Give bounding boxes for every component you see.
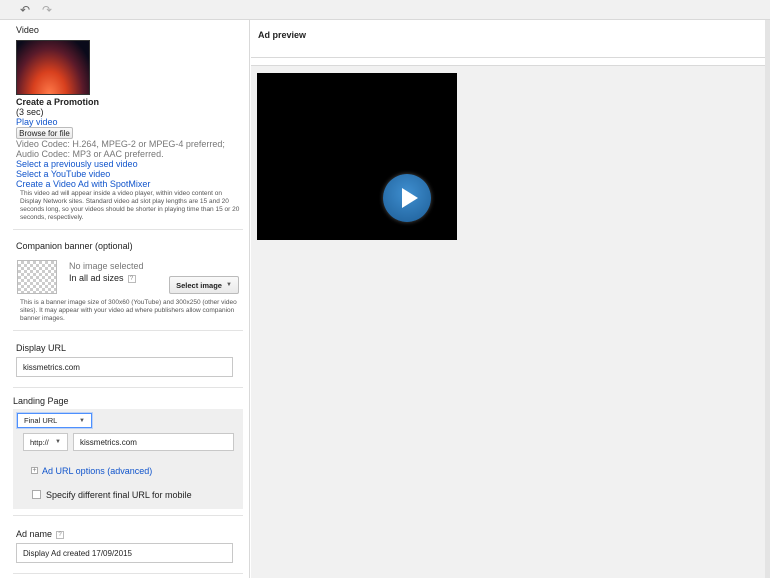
undo-icon[interactable]: ↶ bbox=[20, 2, 30, 18]
protocol-select[interactable]: http:// ▼ bbox=[23, 433, 68, 451]
video-help-text: This video ad will appear inside a video… bbox=[20, 190, 240, 221]
redo-icon[interactable]: ↷ bbox=[42, 2, 52, 18]
final-url-input[interactable]: kissmetrics.com bbox=[73, 433, 234, 451]
ad-preview-panel: Ad preview bbox=[251, 20, 770, 578]
ad-preview-title: Ad preview bbox=[258, 30, 307, 40]
divider bbox=[13, 387, 243, 388]
video-name: Create a Promotion bbox=[16, 97, 100, 107]
expand-plus-icon[interactable]: + bbox=[31, 467, 38, 474]
preview-header: Ad preview bbox=[251, 20, 765, 58]
video-player[interactable] bbox=[257, 73, 457, 240]
chevron-down-icon: ▼ bbox=[55, 439, 61, 445]
url-type-value: Final URL bbox=[24, 416, 58, 425]
landing-page-title: Landing Page bbox=[13, 396, 69, 406]
video-duration: (3 sec) bbox=[16, 107, 44, 117]
banner-help-text: This is a banner image size of 300x60 (Y… bbox=[20, 299, 237, 322]
ad-form-panel: Video Create a Promotion (3 sec) Play vi… bbox=[0, 20, 250, 578]
select-image-button[interactable]: Select image ▼ bbox=[169, 276, 239, 294]
protocol-value: http:// bbox=[30, 437, 49, 447]
ad-sizes-label: In all ad sizes? bbox=[69, 273, 136, 283]
play-button-icon[interactable] bbox=[383, 174, 431, 222]
video-thumbnail[interactable] bbox=[16, 40, 90, 95]
video-section-title: Video bbox=[16, 25, 39, 35]
ad-name-label: Ad name? bbox=[16, 529, 65, 539]
preview-band bbox=[251, 58, 765, 66]
browse-file-button[interactable]: Browse for file bbox=[16, 127, 73, 139]
url-type-select[interactable]: Final URL ▼ bbox=[17, 413, 92, 428]
mobile-url-label: Specify different final URL for mobile bbox=[46, 490, 192, 500]
chevron-down-icon: ▼ bbox=[79, 417, 85, 424]
select-youtube-video-link[interactable]: Select a YouTube video bbox=[16, 169, 110, 179]
spotmixer-link[interactable]: Create a Video Ad with SpotMixer bbox=[16, 179, 150, 189]
companion-banner-title: Companion banner (optional) bbox=[16, 241, 133, 251]
ad-name-input[interactable]: Display Ad created 17/09/2015 bbox=[16, 543, 233, 563]
landing-page-panel: Final URL ▼ http:// ▼ kissmetrics.com + … bbox=[13, 409, 243, 509]
help-icon[interactable]: ? bbox=[56, 530, 65, 539]
ad-name-title: Ad name bbox=[16, 529, 53, 539]
display-url-input[interactable]: kissmetrics.com bbox=[16, 357, 233, 377]
divider bbox=[13, 515, 243, 516]
display-url-title: Display URL bbox=[16, 343, 67, 353]
scrollbar[interactable] bbox=[765, 20, 770, 578]
banner-placeholder-image bbox=[17, 260, 57, 294]
no-image-text: No image selected bbox=[69, 261, 144, 271]
divider bbox=[13, 573, 243, 574]
select-previous-video-link[interactable]: Select a previously used video bbox=[16, 159, 138, 169]
play-video-link[interactable]: Play video bbox=[16, 117, 58, 127]
chevron-down-icon: ▼ bbox=[225, 282, 232, 288]
divider bbox=[13, 330, 243, 331]
audio-codec-info: Audio Codec: MP3 or AAC preferred. bbox=[16, 149, 164, 159]
toolbar: ↶ ↷ bbox=[0, 0, 770, 20]
ad-sizes-text: In all ad sizes bbox=[69, 273, 124, 283]
ad-url-options-link[interactable]: Ad URL options (advanced) bbox=[42, 466, 152, 476]
mobile-url-checkbox[interactable] bbox=[32, 490, 41, 499]
select-image-label: Select image bbox=[176, 280, 222, 290]
help-icon[interactable]: ? bbox=[127, 274, 136, 283]
divider bbox=[13, 229, 243, 230]
video-codec-info: Video Codec: H.264, MPEG-2 or MPEG-4 pre… bbox=[16, 139, 225, 149]
